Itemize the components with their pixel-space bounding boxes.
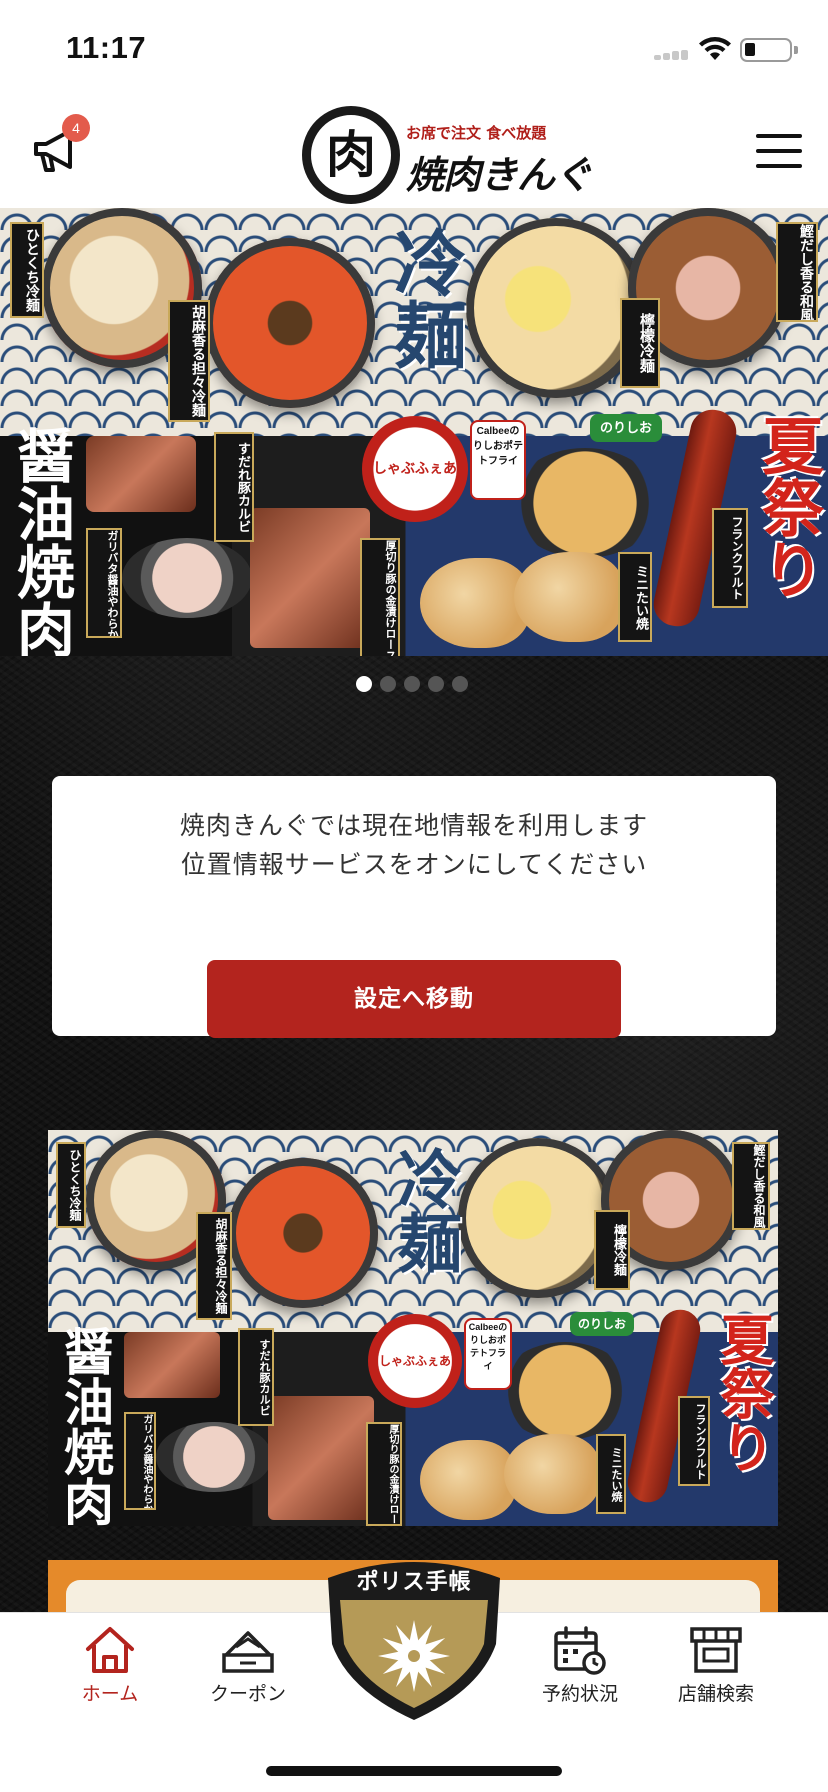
status-time: 11:17 (66, 30, 147, 65)
shabu-badge: しゃぶふぇあ (368, 1314, 462, 1408)
title-shoyu: 醤油焼肉 (56, 1326, 115, 1526)
title-shoyu: 醤油焼肉 (7, 426, 75, 656)
label-calbee: Calbeeのりしおポテトフライ (464, 1318, 512, 1390)
label-horumon: ガリバタ醤油やわらかホルモン (124, 1412, 156, 1510)
label-norishio: のりしお (570, 1312, 634, 1336)
logo-tagline: お席で注文 食べ放題 (406, 124, 547, 142)
label-hitokuchi: ひとくち冷麺 (56, 1142, 86, 1228)
tab-label: 予約状況 (541, 1683, 618, 1705)
carousel-dot[interactable] (356, 676, 372, 692)
coupon-icon (222, 1631, 274, 1673)
tab-home[interactable]: ホーム (50, 1625, 170, 1725)
tab-reservations[interactable]: 予約状況 (520, 1625, 640, 1725)
location-permission-card: 焼肉きんぐでは現在地情報を利用します 位置情報サービスをオンにしてください 設定… (52, 776, 776, 1038)
label-tantan: 胡麻香る担々冷麺 (196, 1212, 232, 1320)
title-reimen: 冷麺 (382, 226, 467, 370)
home-icon (86, 1627, 134, 1673)
go-to-settings-button[interactable]: 設定へ移動 (207, 960, 621, 1038)
carousel-banner[interactable]: ひとくち冷麺 胡麻香る担々冷麺 檸檬冷麺 鰹だし香る和風冷麺 冷麺 しゃぶふぇあ… (0, 208, 828, 656)
location-message: 焼肉きんぐでは現在地情報を利用します 位置情報サービスをオンにしてください (52, 806, 776, 884)
promo-banner[interactable]: ひとくち冷麺 胡麻香る担々冷麺 檸檬冷麺 鰹だし香る和風冷麺 冷麺 しゃぶふぇあ… (48, 1130, 778, 1526)
police-notebook-label: ポリス手帳 (356, 1570, 472, 1595)
location-message-line-2: 位置情報サービスをオンにしてください (180, 850, 648, 879)
title-natsu: 夏祭り (751, 414, 824, 600)
main-content: ひとくち冷麺 胡麻香る担々冷麺 檸檬冷麺 鰹だし香る和風冷麺 冷麺 しゃぶふぇあ… (0, 208, 828, 1612)
cellular-signal-icon (654, 50, 688, 60)
carousel-dot[interactable] (452, 676, 468, 692)
label-horumon: ガリバタ醤油やわらかホルモン (86, 528, 122, 638)
label-rosu: 厚切り豚の金漬けロース (360, 538, 400, 656)
label-sudare: すだれ豚カルビ (214, 432, 254, 542)
brand-logo[interactable]: 肉 お席で注文 食べ放題 焼肉きんぐ (302, 102, 592, 204)
shabu-badge: しゃぶふぇあ (362, 416, 468, 522)
carousel-dot[interactable] (404, 676, 420, 692)
tab-label: ホーム (81, 1683, 139, 1705)
label-lemon: 檸檬冷麺 (594, 1210, 630, 1290)
carousel-dot[interactable] (380, 676, 396, 692)
home-indicator (266, 1766, 562, 1776)
location-message-line-1: 焼肉きんぐでは現在地情報を利用します (179, 811, 649, 840)
hamburger-menu-icon[interactable] (756, 134, 802, 168)
calendar-clock-icon (554, 1626, 606, 1675)
notification-badge: 4 (62, 114, 90, 142)
label-taiyaki: ミニたい焼 (596, 1434, 626, 1514)
title-natsu: 夏祭り (711, 1312, 775, 1474)
label-hitokuchi: ひとくち冷麺 (10, 222, 44, 318)
label-lemon: 檸檬冷麺 (620, 298, 660, 388)
battery-icon (740, 38, 798, 62)
logo-emblem: 肉 (302, 106, 400, 204)
label-sudare: すだれ豚カルビ (238, 1328, 274, 1426)
tab-store-search[interactable]: 店舗検索 (656, 1625, 776, 1725)
tab-coupon[interactable]: クーポン (188, 1625, 308, 1725)
label-calbee: Calbeeのりしおポテトフライ (470, 420, 526, 500)
label-tantan: 胡麻香る担々冷麺 (168, 300, 210, 422)
status-bar: 11:17 (0, 0, 828, 96)
carousel-dot[interactable] (428, 676, 444, 692)
tab-label: クーポン (209, 1683, 286, 1705)
label-wafu: 鰹だし香る和風冷麺 (732, 1142, 770, 1230)
app-header: 4 肉 お席で注文 食べ放題 焼肉きんぐ (0, 96, 828, 208)
wifi-icon (699, 37, 731, 60)
label-taiyaki: ミニたい焼 (618, 552, 652, 642)
police-notebook-button[interactable]: ポリス手帳 (314, 1548, 514, 1723)
store-icon (690, 1627, 742, 1673)
logo-name: 焼肉きんぐ (406, 152, 592, 197)
title-reimen: 冷麺 (387, 1146, 462, 1274)
tab-label: 店舗検索 (677, 1683, 754, 1705)
label-rosu: 厚切り豚の金漬けロース (366, 1422, 402, 1526)
label-norishio: のりしお (590, 414, 662, 442)
label-wafu: 鰹だし香る和風冷麺 (776, 222, 818, 322)
